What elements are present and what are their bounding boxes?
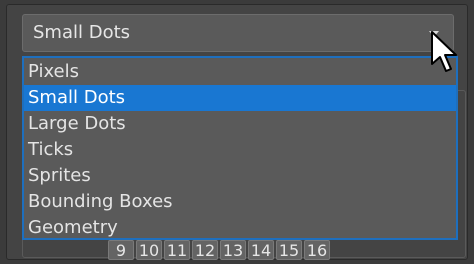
option-geometry[interactable]: Geometry [24, 215, 456, 238]
option-small-dots[interactable]: Small Dots [24, 85, 456, 111]
page-button-10[interactable]: 10 [136, 240, 162, 260]
page-button-9[interactable]: 9 [108, 240, 134, 260]
render-mode-dropdown-list: Pixels Small Dots Large Dots Ticks Sprit… [22, 56, 458, 240]
mouse-pointer-icon [431, 31, 457, 72]
page-button-11[interactable]: 11 [164, 240, 190, 260]
page-button-12[interactable]: 12 [192, 240, 218, 260]
page-button-15[interactable]: 15 [276, 240, 302, 260]
render-mode-combobox[interactable]: Small Dots [22, 14, 454, 52]
option-ticks[interactable]: Ticks [24, 137, 456, 163]
option-pixels[interactable]: Pixels [24, 59, 456, 85]
page-button-16[interactable]: 16 [304, 240, 330, 260]
page-button-row: 9 10 11 12 13 14 15 16 [108, 240, 330, 262]
option-sprites[interactable]: Sprites [24, 163, 456, 189]
page-button-13[interactable]: 13 [220, 240, 246, 260]
combobox-selected-value: Small Dots [33, 22, 131, 43]
option-large-dots[interactable]: Large Dots [24, 111, 456, 137]
page-button-14[interactable]: 14 [248, 240, 274, 260]
option-bounding-boxes[interactable]: Bounding Boxes [24, 189, 456, 215]
